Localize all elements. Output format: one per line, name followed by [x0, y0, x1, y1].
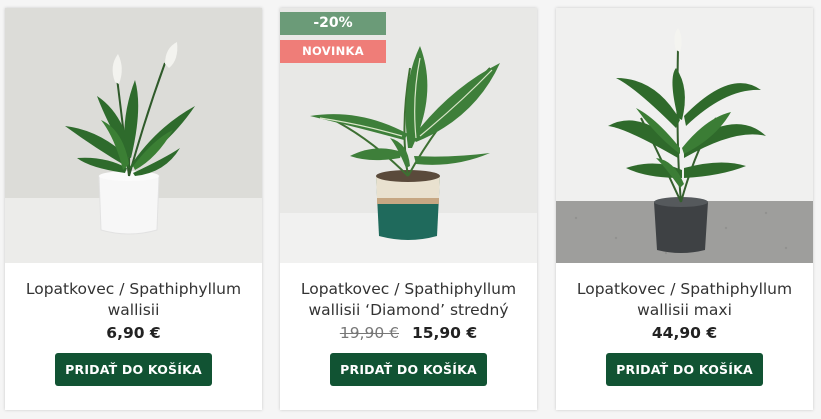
product-price: 44,90 € — [651, 324, 718, 342]
price-row: 19,90 € 15,90 € — [280, 323, 537, 343]
product-image[interactable]: -20% NOVINKA — [280, 8, 537, 263]
add-to-cart-button[interactable]: PRIDAŤ DO KOŠÍKA — [55, 353, 212, 386]
old-price: 19,90 € — [339, 324, 399, 342]
product-info: Lopatkovec / Spathiphyllum wallisii 6,90… — [5, 263, 262, 410]
add-to-cart-button[interactable]: PRIDAŤ DO KOŠÍKA — [330, 353, 487, 386]
product-title[interactable]: Lopatkovec / Spathiphyllum wallisii maxi — [566, 279, 803, 321]
product-price: 15,90 € — [411, 324, 478, 342]
product-title[interactable]: Lopatkovec / Spathiphyllum wallisii — [15, 279, 252, 321]
product-card[interactable]: -20% NOVINKA Lopatkovec / Spathiphyllum … — [280, 8, 537, 410]
product-card[interactable]: Lopatkovec / Spathiphyllum wallisii 6,90… — [5, 8, 262, 410]
product-image[interactable] — [556, 8, 813, 263]
product-price: 6,90 € — [106, 324, 161, 342]
product-title[interactable]: Lopatkovec / Spathiphyllum wallisii ‘Dia… — [290, 279, 527, 321]
price-row: 44,90 € — [556, 323, 813, 343]
price-row: 6,90 € — [5, 323, 262, 343]
product-info: Lopatkovec / Spathiphyllum wallisii ‘Dia… — [280, 263, 537, 410]
new-badge: NOVINKA — [280, 40, 386, 63]
product-card[interactable]: Lopatkovec / Spathiphyllum wallisii maxi… — [556, 8, 813, 410]
product-image[interactable] — [5, 8, 262, 263]
add-to-cart-button[interactable]: PRIDAŤ DO KOŠÍKA — [606, 353, 763, 386]
product-info: Lopatkovec / Spathiphyllum wallisii maxi… — [556, 263, 813, 410]
product-grid: Lopatkovec / Spathiphyllum wallisii 6,90… — [0, 0, 821, 419]
discount-badge: -20% — [280, 12, 386, 35]
